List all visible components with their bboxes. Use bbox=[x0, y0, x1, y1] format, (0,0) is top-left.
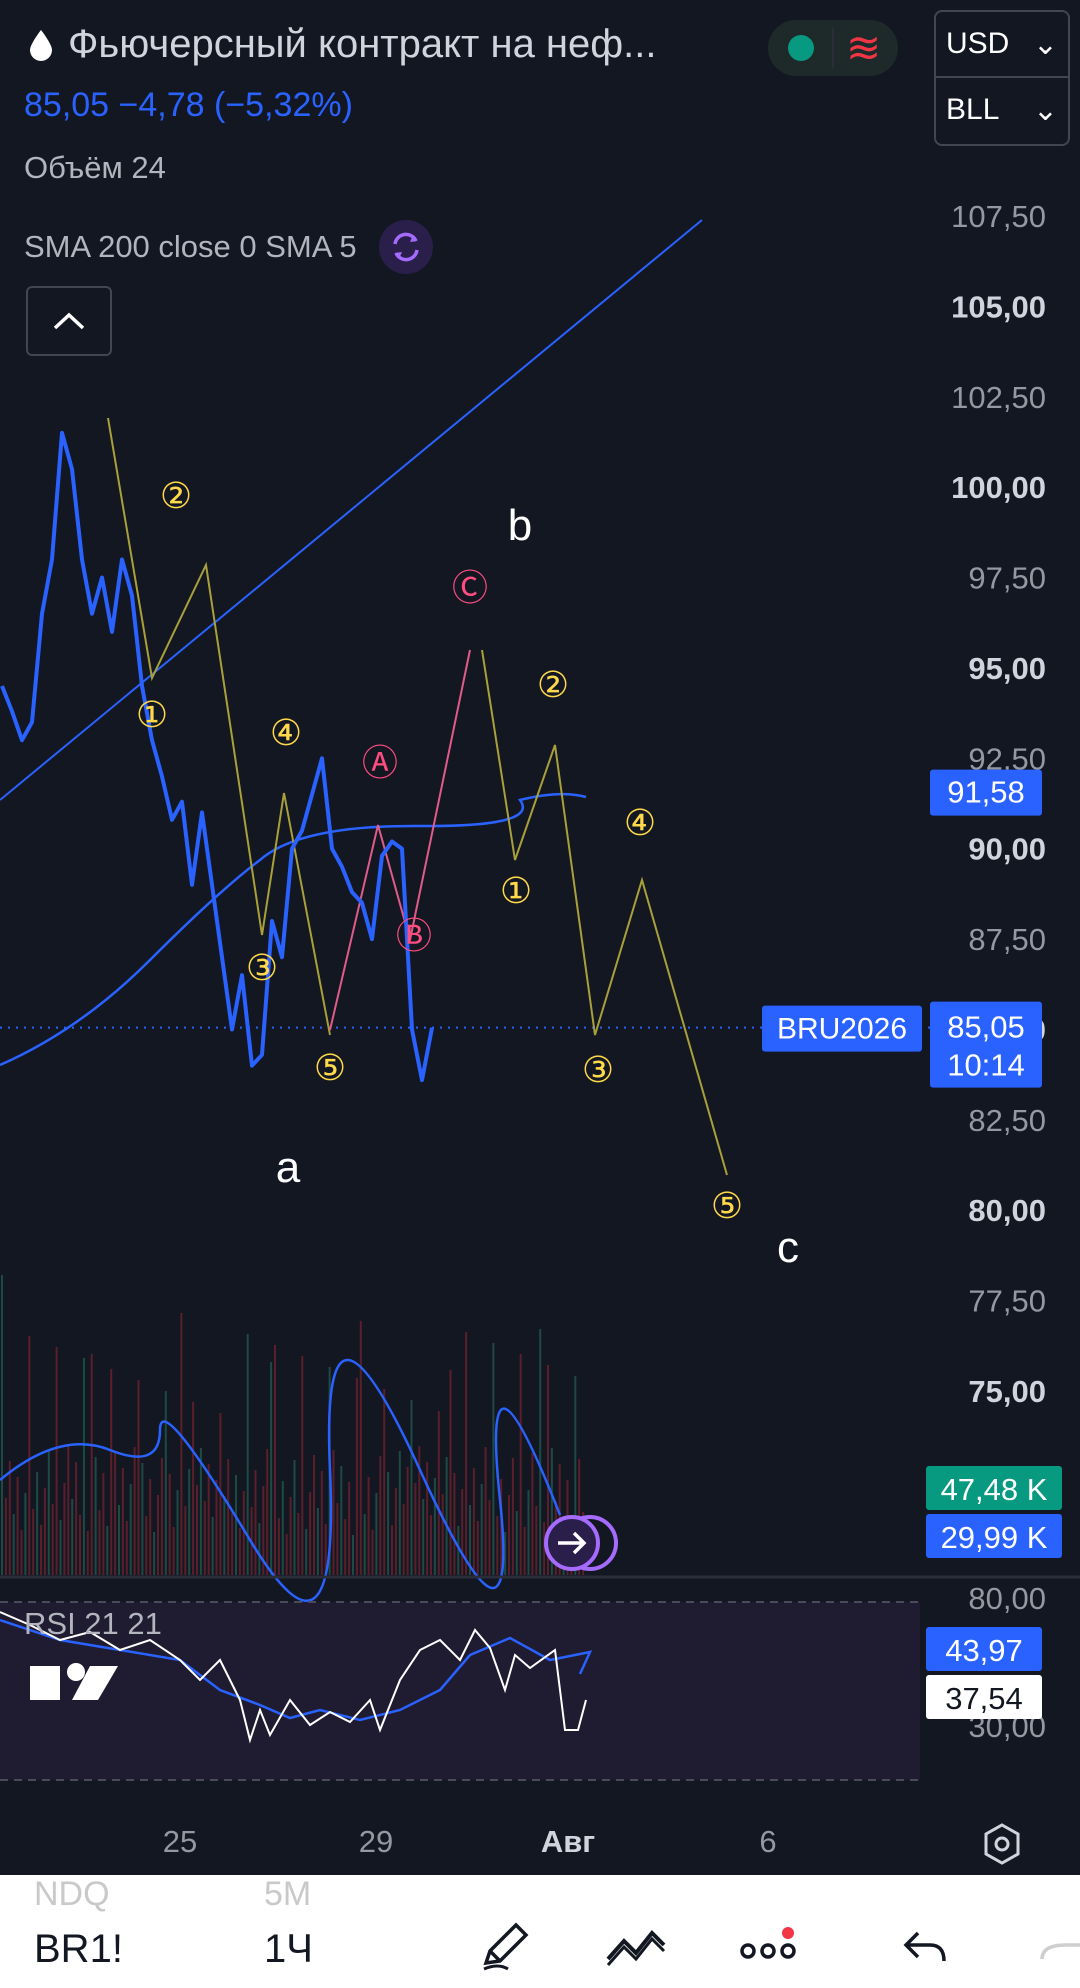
undo-icon[interactable] bbox=[900, 1919, 950, 1975]
price-axis-label: 82,50 bbox=[968, 1103, 1046, 1138]
currency-selector[interactable]: USD ⌄ BLL ⌄ bbox=[934, 10, 1070, 146]
chevron-up-icon bbox=[53, 312, 85, 330]
elliott-circle-label: ① bbox=[136, 694, 168, 735]
timeframe-button[interactable]: 1Ч bbox=[264, 1927, 313, 1972]
more-icon[interactable] bbox=[738, 1919, 798, 1975]
elliott-circle-label: ③ bbox=[582, 1049, 614, 1090]
rsi-sma-tag: 43,97 bbox=[945, 1633, 1023, 1668]
countdown-tag: 10:14 bbox=[947, 1048, 1025, 1083]
market-status-toggle[interactable]: ≋ bbox=[768, 20, 898, 76]
redo-icon[interactable] bbox=[1036, 1919, 1080, 1975]
wave-status-icon: ≋ bbox=[846, 24, 882, 71]
collapse-legend-button[interactable] bbox=[26, 286, 112, 356]
chart-header: Фьючерсный контракт на неф... bbox=[24, 22, 657, 67]
time-axis-label: Авг bbox=[541, 1824, 595, 1859]
time-axis-label: 6 bbox=[759, 1824, 776, 1859]
elliott-circle-label: ⑤ bbox=[314, 1047, 346, 1088]
time-axis-label: 25 bbox=[163, 1824, 197, 1859]
rsi-axis-label: 80,00 bbox=[968, 1581, 1046, 1616]
price-axis-label: 77,50 bbox=[968, 1284, 1046, 1319]
price-axis-label: 105,00 bbox=[951, 289, 1046, 324]
chart-area[interactable]: ① ② ③ ④ ⑤ Ⓐ Ⓑ Ⓒ ② ① ③ ④ ⑤ a b c 107,50 105,00 102,50 100,00… bbox=[0, 0, 1080, 1870]
indicator-label: SMA 200 close 0 SMA 5 bbox=[24, 229, 357, 264]
elliott-circle-label: ④ bbox=[270, 712, 302, 753]
chevron-down-icon: ⌄ bbox=[1032, 93, 1058, 127]
logo-part bbox=[67, 1663, 85, 1681]
elliott-circle-label: ① bbox=[500, 870, 532, 911]
currency-label: USD bbox=[946, 27, 1010, 60]
rsi-tag: 37,54 bbox=[945, 1681, 1023, 1716]
unit-label: BLL bbox=[946, 93, 1000, 126]
price-axis-label: 95,00 bbox=[968, 651, 1046, 686]
price-axis-label: 107,50 bbox=[951, 199, 1046, 234]
last-price-tag: 85,05 bbox=[947, 1010, 1025, 1045]
sma200-line bbox=[0, 792, 587, 1067]
price-axis-label: 75,00 bbox=[968, 1374, 1046, 1409]
wave-tool-icon[interactable] bbox=[604, 1919, 668, 1975]
symbol-tag: BRU2026 bbox=[777, 1013, 907, 1046]
price-axis-label: 102,50 bbox=[951, 380, 1046, 415]
gear-icon[interactable] bbox=[980, 1822, 1024, 1871]
elliott-circle-label: Ⓑ bbox=[396, 915, 432, 956]
drop-icon bbox=[24, 28, 58, 62]
price-axis-label: 80,00 bbox=[968, 1193, 1046, 1228]
bottom-toolbar: NDQ 5M BR1! 1Ч bbox=[0, 1875, 1080, 1988]
prev-timeframe-ghost: 5M bbox=[264, 1875, 312, 1913]
price-axis-label: 90,00 bbox=[968, 832, 1046, 867]
market-open-dot bbox=[788, 35, 814, 61]
chevron-down-icon: ⌄ bbox=[1032, 27, 1058, 61]
price-axis-label: 87,50 bbox=[968, 922, 1046, 957]
elliott-circle-label: Ⓐ bbox=[362, 742, 398, 783]
sma-price-tag: 91,58 bbox=[947, 775, 1025, 810]
elliott-circle-label: ② bbox=[537, 664, 569, 705]
indicator-row[interactable]: SMA 200 close 0 SMA 5 bbox=[24, 220, 433, 274]
symbol-title[interactable]: Фьючерсный контракт на неф... bbox=[68, 22, 657, 67]
unit-dropdown[interactable]: BLL ⌄ bbox=[936, 76, 1068, 142]
symbol-button[interactable]: BR1! bbox=[34, 1927, 123, 1972]
elliott-circle-label: ④ bbox=[624, 802, 656, 843]
volume-sma-tag: 29,99 K bbox=[941, 1520, 1048, 1555]
sync-icon[interactable] bbox=[378, 220, 433, 274]
elliott-circle-label: Ⓒ bbox=[452, 567, 488, 608]
volume-tag: 47,48 K bbox=[941, 1472, 1048, 1507]
toggle-divider bbox=[832, 28, 834, 68]
pencil-icon[interactable] bbox=[478, 1919, 534, 1975]
price-axis-label: 97,50 bbox=[968, 561, 1046, 596]
wave-c-impulse bbox=[481, 649, 728, 1176]
rsi-title: RSI 21 21 bbox=[24, 1606, 162, 1641]
elliott-circle-label: ② bbox=[160, 475, 192, 516]
replay-icon bbox=[544, 1515, 618, 1571]
logo-part bbox=[30, 1666, 60, 1700]
wave-label-a: a bbox=[276, 1143, 301, 1192]
wave-label-c: c bbox=[777, 1223, 799, 1272]
currency-dropdown[interactable]: USD ⌄ bbox=[936, 12, 1068, 76]
prev-symbol-ghost: NDQ bbox=[34, 1875, 110, 1913]
price-change: 85,05 −4,78 (−5,32%) bbox=[24, 86, 353, 124]
elliott-circle-label: ③ bbox=[246, 947, 278, 988]
elliott-circle-label: ⑤ bbox=[711, 1185, 743, 1226]
wave-label-b: b bbox=[508, 501, 532, 550]
time-axis-label: 29 bbox=[359, 1824, 393, 1859]
volume-label[interactable]: Объём 24 bbox=[24, 150, 166, 186]
price-axis-label: 100,00 bbox=[951, 470, 1046, 505]
wave-b-correction bbox=[329, 649, 471, 1031]
